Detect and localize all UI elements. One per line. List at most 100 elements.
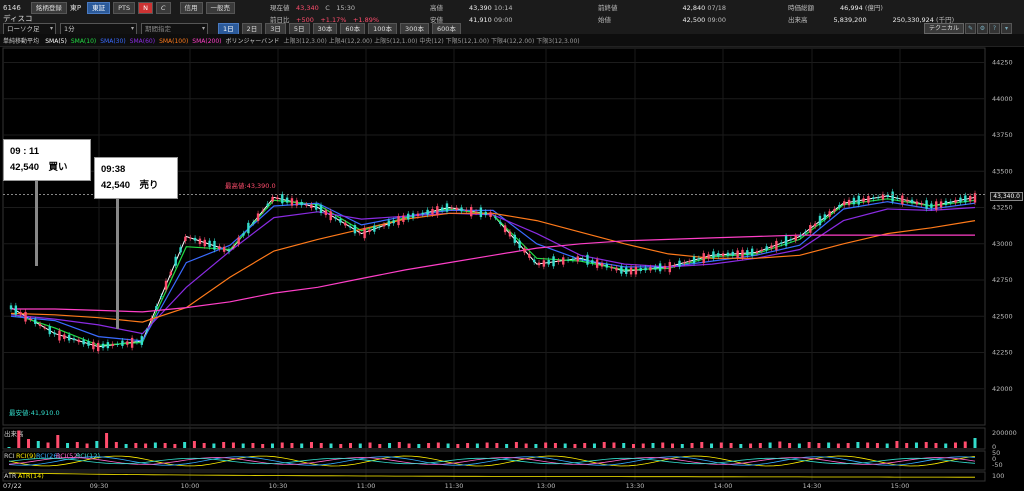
price-panel xyxy=(2,47,986,426)
candle xyxy=(445,203,449,212)
y-tick-label: 43750 xyxy=(992,131,1013,139)
candle xyxy=(213,240,216,250)
candle xyxy=(537,262,541,266)
candle xyxy=(532,259,536,263)
volume-bar xyxy=(349,443,353,448)
x-tick-label: 14:30 xyxy=(803,482,822,490)
volume-bar xyxy=(134,443,138,448)
candle xyxy=(809,225,812,233)
series-line-1 xyxy=(10,198,976,346)
candle xyxy=(876,197,880,199)
candle xyxy=(87,341,90,346)
volume-bar xyxy=(222,442,226,448)
x-tick-label: 15:00 xyxy=(891,482,910,490)
candle xyxy=(92,341,95,350)
volume-bar xyxy=(827,442,831,448)
volume-bar xyxy=(114,442,118,448)
volume-bar xyxy=(612,442,616,448)
annotation-sell-time: 09:38 xyxy=(101,164,126,175)
candle xyxy=(799,234,802,237)
candle xyxy=(358,232,361,234)
candle xyxy=(566,259,570,261)
low-marker: 最安値:41,910.0 xyxy=(9,408,60,417)
y-tick-label: 44000 xyxy=(992,95,1013,103)
candle xyxy=(726,252,730,256)
volume-bar xyxy=(358,443,362,448)
volume-bar xyxy=(466,443,470,448)
candle xyxy=(867,196,870,203)
candle xyxy=(654,266,657,270)
candle xyxy=(939,201,943,208)
candle xyxy=(557,260,560,262)
candle xyxy=(247,222,250,234)
volume-bar xyxy=(719,442,723,448)
candle xyxy=(421,212,424,215)
volume-bar xyxy=(36,441,40,448)
candle xyxy=(552,256,555,267)
volume-bar xyxy=(231,442,235,448)
volume-bar xyxy=(17,430,21,448)
candle xyxy=(959,197,962,203)
candle xyxy=(295,200,299,206)
volume-bar xyxy=(514,442,518,448)
volume-bar xyxy=(75,442,79,448)
volume-bar xyxy=(602,442,606,448)
volume-bar xyxy=(905,443,909,448)
price-chart[interactable]: 44250 44000 43750 43500 43250 43000 42750 42500… xyxy=(0,0,1024,491)
candle xyxy=(852,197,856,205)
y-tick-label: 42750 xyxy=(992,276,1013,284)
x-tick-label: 13:30 xyxy=(626,482,645,490)
candle xyxy=(886,194,890,198)
candle xyxy=(780,242,783,244)
candle xyxy=(436,206,439,216)
candle xyxy=(668,262,672,273)
candle xyxy=(271,196,274,202)
candle xyxy=(411,213,415,218)
candle xyxy=(305,204,308,206)
annotation-sell-text: 42,540 売り xyxy=(101,180,159,191)
volume-bar xyxy=(153,442,157,448)
candle xyxy=(591,260,594,263)
candle xyxy=(547,259,550,265)
candle xyxy=(673,265,676,267)
candle xyxy=(629,267,633,275)
volume-bar xyxy=(290,443,294,448)
candle xyxy=(562,257,565,265)
volume-tick: 200000 xyxy=(992,429,1017,437)
candle xyxy=(881,194,885,200)
volume-bar xyxy=(553,443,557,448)
candle xyxy=(77,339,81,343)
rci-tick: -50 xyxy=(992,461,1003,469)
candle xyxy=(19,312,22,315)
y-tick-label: 42250 xyxy=(992,349,1013,357)
candle xyxy=(174,256,177,266)
candle xyxy=(964,195,967,203)
volume-bar xyxy=(56,435,60,448)
candle xyxy=(687,261,691,263)
high-marker: 最高値:43,390.0 xyxy=(225,181,276,190)
candle xyxy=(101,343,105,349)
candle xyxy=(53,332,56,335)
candle xyxy=(232,245,236,248)
candle xyxy=(155,306,158,310)
rci-item: RCI(12) xyxy=(76,452,100,460)
candle xyxy=(935,201,938,210)
volume-bar xyxy=(456,444,460,448)
volume-bar xyxy=(973,438,977,448)
candle xyxy=(227,249,231,252)
volume-bar xyxy=(729,443,733,448)
candle xyxy=(620,266,623,274)
candle xyxy=(794,235,797,241)
candle xyxy=(518,240,521,248)
volume-bar xyxy=(329,443,333,448)
candle xyxy=(193,237,197,241)
candle xyxy=(658,263,662,272)
candle xyxy=(731,251,734,256)
y-tick-label: 44250 xyxy=(992,59,1013,67)
volume-bar xyxy=(436,442,440,448)
candle xyxy=(755,251,759,254)
volume-bar xyxy=(768,442,772,448)
volume-bar xyxy=(85,443,89,448)
volume-bar xyxy=(749,443,753,448)
candle xyxy=(334,217,337,219)
